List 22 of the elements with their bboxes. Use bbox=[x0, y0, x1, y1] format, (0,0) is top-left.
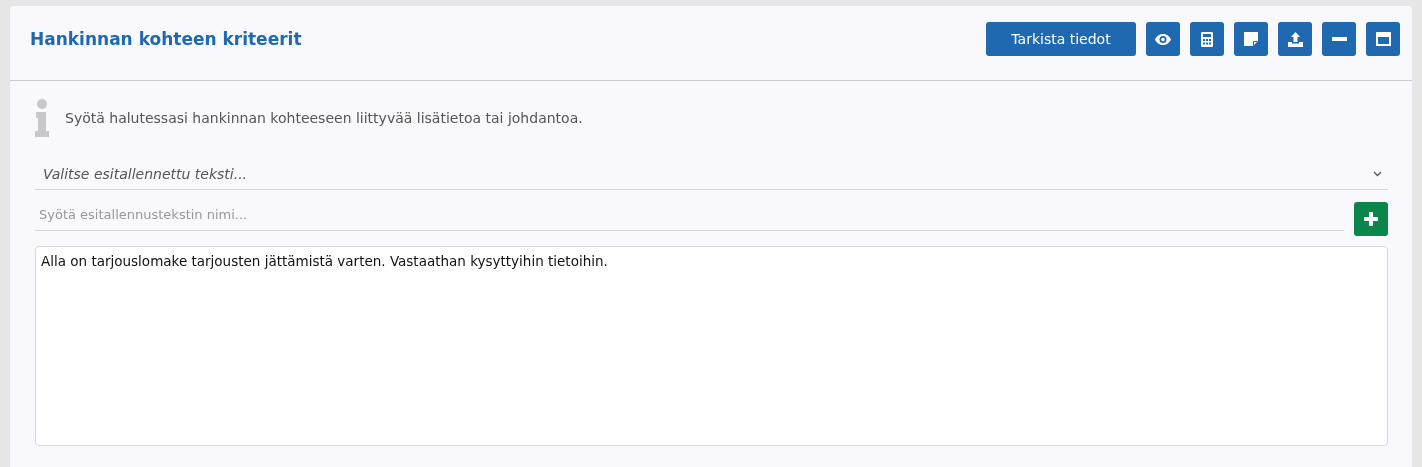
note-button[interactable] bbox=[1234, 22, 1268, 56]
minimize-button[interactable] bbox=[1322, 22, 1356, 56]
panel-title: Hankinnan kohteen kriteerit bbox=[30, 29, 302, 49]
name-input-field[interactable]: Syötä esitallennustekstin nimi... bbox=[35, 199, 1344, 231]
upload-button[interactable] bbox=[1278, 22, 1312, 56]
maximize-button[interactable] bbox=[1366, 22, 1400, 56]
text-area[interactable]: Alla on tarjouslomake tarjousten jättämistä varten. Vastaathan kysyttyihin tietoihin. bbox=[35, 246, 1388, 446]
window-icon bbox=[1375, 32, 1391, 46]
eye-icon bbox=[1155, 33, 1171, 45]
check-button[interactable]: Tarkista tiedot bbox=[986, 22, 1136, 56]
minus-icon bbox=[1331, 37, 1347, 41]
calculator-icon bbox=[1201, 31, 1213, 47]
chevron-down-icon bbox=[1373, 171, 1382, 177]
upload-icon bbox=[1287, 31, 1303, 47]
calculator-button[interactable] bbox=[1190, 22, 1224, 56]
plus-icon bbox=[1364, 212, 1378, 226]
info-icon bbox=[35, 99, 49, 137]
note-icon bbox=[1244, 32, 1258, 46]
preview-button[interactable] bbox=[1146, 22, 1180, 56]
preset-select[interactable]: Valitse esitallennettu teksti... bbox=[35, 159, 1388, 190]
info-text: Syötä halutessasi hankinnan kohteeseen liittyvää lisätietoa tai johdantoa. bbox=[65, 110, 583, 126]
add-button[interactable] bbox=[1354, 202, 1388, 236]
